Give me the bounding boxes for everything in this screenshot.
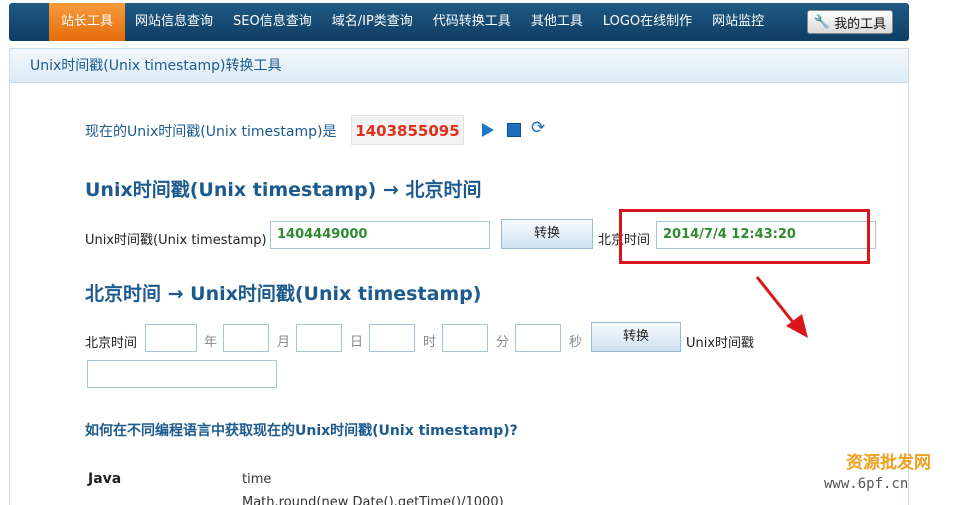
current-timestamp-label: 现在的Unix时间戳(Unix timestamp)是 xyxy=(85,124,337,140)
nav-item-site-monitor[interactable]: 网站监控 xyxy=(702,3,774,41)
watermark-text: 资源批发网 xyxy=(846,453,931,473)
year-input[interactable] xyxy=(145,324,197,352)
watermark-url: www.6pf.cn xyxy=(824,476,909,492)
convert-to-beijing-button[interactable]: 转换 xyxy=(501,219,593,249)
annotation-arrow-icon xyxy=(755,276,808,338)
month-unit: 月 xyxy=(277,335,291,350)
hour-unit: 时 xyxy=(423,335,437,350)
timestamp-result-label: Unix时间戳 xyxy=(686,336,755,351)
second-input[interactable] xyxy=(515,324,561,352)
day-input[interactable] xyxy=(296,324,342,352)
day-unit: 日 xyxy=(350,335,364,350)
timestamp-result-output[interactable] xyxy=(87,360,277,388)
annotation-highlight-box xyxy=(619,209,870,264)
hour-input[interactable] xyxy=(369,324,415,352)
year-unit: 年 xyxy=(204,335,218,350)
beijing-time-input-label: 北京时间 xyxy=(85,336,138,351)
watermark-logo: 资源批发网 www.6pf.cn xyxy=(818,440,958,500)
stop-icon[interactable] xyxy=(507,123,521,137)
nav-item-other-tools[interactable]: 其他工具 xyxy=(521,3,593,41)
nav-item-code-convert[interactable]: 代码转换工具 xyxy=(423,3,521,41)
refresh-icon[interactable]: ⟳ xyxy=(531,119,549,137)
play-icon[interactable] xyxy=(482,123,494,137)
language-name: Java xyxy=(88,471,122,487)
section-heading-programming-languages: 如何在不同编程语言中获取现在的Unix时间戳(Unix timestamp)? xyxy=(85,423,518,439)
minute-unit: 分 xyxy=(496,335,510,350)
wrench-icon: 🔧 xyxy=(813,14,831,30)
code-line: time xyxy=(242,472,272,487)
code-line: Math.round(new Date().getTime()/1000) xyxy=(242,495,504,505)
month-input[interactable] xyxy=(223,324,269,352)
timestamp-input-label: Unix时间戳(Unix timestamp) xyxy=(85,233,267,248)
nav-item-logo-maker[interactable]: LOGO在线制作 xyxy=(593,3,702,41)
second-unit: 秒 xyxy=(569,335,583,350)
current-timestamp-value: 1403855095 xyxy=(351,115,464,145)
section-heading-timestamp-to-beijing: Unix时间戳(Unix timestamp) → 北京时间 xyxy=(85,179,482,201)
timestamp-input[interactable]: 1404449000 xyxy=(270,221,490,249)
nav-item-seo-info[interactable]: SEO信息查询 xyxy=(223,3,322,41)
minute-input[interactable] xyxy=(442,324,488,352)
my-tools-button[interactable]: 🔧 我的工具 xyxy=(807,10,893,34)
nav-item-domain-ip[interactable]: 域名/IP类查询 xyxy=(322,3,423,41)
nav-item-site-info[interactable]: 网站信息查询 xyxy=(125,3,223,41)
nav-item-webmaster-tools[interactable]: 站长工具 xyxy=(49,3,126,41)
section-heading-beijing-to-timestamp: 北京时间 → Unix时间戳(Unix timestamp) xyxy=(85,283,482,305)
page-title: Unix时间戳(Unix timestamp)转换工具 xyxy=(10,49,908,83)
top-navbar: 站长工具 网站信息查询 SEO信息查询 域名/IP类查询 代码转换工具 其他工具… xyxy=(9,3,909,41)
my-tools-label: 我的工具 xyxy=(834,16,887,32)
convert-to-timestamp-button[interactable]: 转换 xyxy=(591,322,681,352)
